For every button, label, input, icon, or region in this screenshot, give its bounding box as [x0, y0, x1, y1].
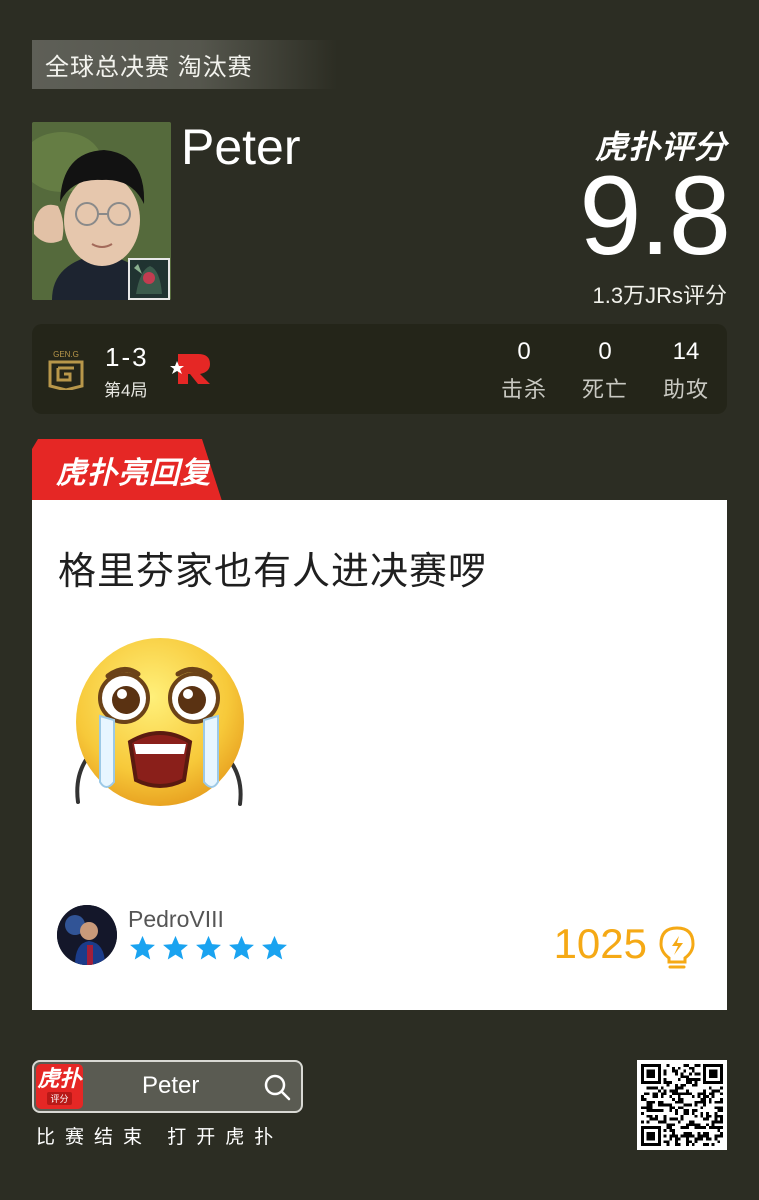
match-bar: GEN.G 1-3 第4局 0 击杀 0 死亡 14 助攻: [32, 324, 727, 414]
reply-tab: 虎扑亮回复: [32, 439, 222, 501]
team-b-logo: [168, 352, 212, 386]
crying-emoji-icon: [72, 632, 252, 832]
reply-text: 格里芬家也有人进决赛啰: [58, 551, 488, 593]
lightbulb-icon[interactable]: [657, 925, 697, 971]
team-a-logo: GEN.G: [46, 348, 86, 392]
stat-kills: 0 击杀: [494, 338, 554, 404]
hupu-app-logo: 虎扑 评分: [36, 1064, 83, 1109]
reply-card: 格里芬家也有人进决赛啰 PedroVIII 1025: [32, 500, 727, 1010]
username[interactable]: PedroVIII: [128, 906, 224, 933]
app-logo-big-text: 虎扑: [37, 1066, 82, 1091]
footer-caption: 比赛结束 打开虎扑: [36, 1127, 284, 1148]
stat-kills-value: 0: [517, 338, 531, 365]
stat-assists-label: 助攻: [662, 377, 709, 402]
like-count: 1025: [553, 920, 647, 967]
stat-deaths: 0 死亡: [575, 338, 635, 404]
match-score: 1-3: [105, 342, 149, 372]
user-avatar[interactable]: [57, 905, 117, 965]
star-icon: [262, 935, 287, 960]
stat-kills-label: 击杀: [500, 377, 547, 402]
stage-tag: 全球总决赛 淘汰赛: [32, 40, 337, 89]
svg-text:GEN.G: GEN.G: [53, 350, 79, 359]
star-icon: [130, 935, 155, 960]
stat-deaths-label: 死亡: [581, 377, 628, 402]
star-icon: [163, 935, 188, 960]
stat-deaths-value: 0: [598, 338, 612, 365]
search-icon[interactable]: [263, 1073, 291, 1101]
star-icon: [229, 935, 254, 960]
game-number: 第4局: [104, 381, 148, 400]
player-name: Peter: [181, 119, 301, 175]
user-rating-stars: [128, 934, 289, 963]
qr-code[interactable]: [637, 1060, 727, 1150]
stat-assists-value: 14: [672, 338, 700, 365]
star-icon: [196, 935, 221, 960]
search-query: Peter: [142, 1072, 200, 1099]
app-logo-small-text: 评分: [47, 1092, 72, 1105]
app-search-bar[interactable]: 虎扑 评分 Peter: [32, 1060, 303, 1113]
rating-count: 1.3万JRs评分: [592, 283, 727, 308]
rating-score: 9.8: [579, 153, 731, 278]
champion-icon: [128, 258, 170, 300]
stat-assists: 14 助攻: [656, 338, 716, 404]
